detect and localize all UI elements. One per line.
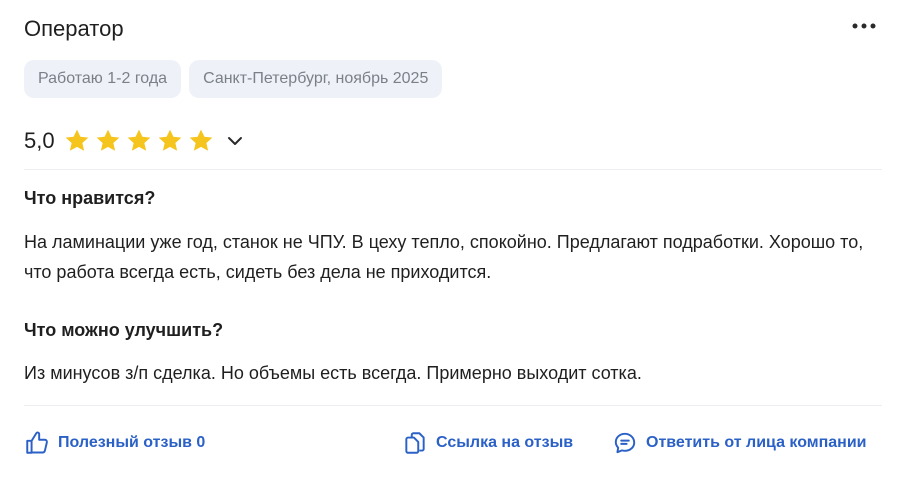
- star-icon: [65, 129, 88, 151]
- star-icon: [127, 129, 150, 151]
- star-icon: [158, 129, 181, 151]
- tag-experience: Работаю 1-2 года: [24, 60, 182, 98]
- star-icon: [189, 129, 212, 151]
- tag-location-date: Санкт-Петербург, ноябрь 2025: [189, 60, 443, 98]
- chat-reply-icon: [614, 432, 636, 454]
- thumbs-up-icon: [26, 431, 48, 454]
- reply-as-company-button[interactable]: Ответить от лица компании: [612, 428, 867, 458]
- more-options-button[interactable]: [850, 16, 878, 36]
- likes-text: На ламинации уже год, станок не ЧПУ. В ц…: [24, 232, 864, 282]
- rating-details-toggle[interactable]: [225, 131, 245, 151]
- divider: [24, 405, 882, 406]
- more-horizontal-icon: [852, 23, 876, 29]
- review-tags: Работаю 1-2 года Санкт-Петербург, ноябрь…: [24, 60, 443, 98]
- rating-value: 5,0: [24, 128, 55, 153]
- copy-link-icon: [405, 432, 425, 454]
- rating-stars: [63, 127, 215, 155]
- chevron-down-icon: [227, 137, 242, 145]
- improve-text: Из минусов з/п сделка. Но объемы есть вс…: [24, 363, 642, 383]
- review-card: Оператор Работаю 1-2 года Санкт-Петербур…: [24, 0, 882, 479]
- review-actions: Полезный отзыв 0 Ссылка на отзыв Ответит…: [24, 428, 882, 458]
- review-link-label: Ссылка на отзыв: [436, 434, 574, 451]
- likes-heading: Что нравится?: [24, 188, 156, 208]
- review-link-button[interactable]: Ссылка на отзыв: [402, 428, 573, 458]
- improve-heading: Что можно улучшить?: [24, 320, 224, 340]
- review-title: Оператор: [24, 16, 124, 41]
- reply-label: Ответить от лица компании: [646, 434, 867, 451]
- helpful-button[interactable]: Полезный отзыв 0: [24, 428, 205, 458]
- divider: [24, 169, 882, 170]
- rating-row: 5,0: [24, 124, 245, 158]
- helpful-label: Полезный отзыв 0: [58, 434, 206, 451]
- star-icon: [96, 129, 119, 151]
